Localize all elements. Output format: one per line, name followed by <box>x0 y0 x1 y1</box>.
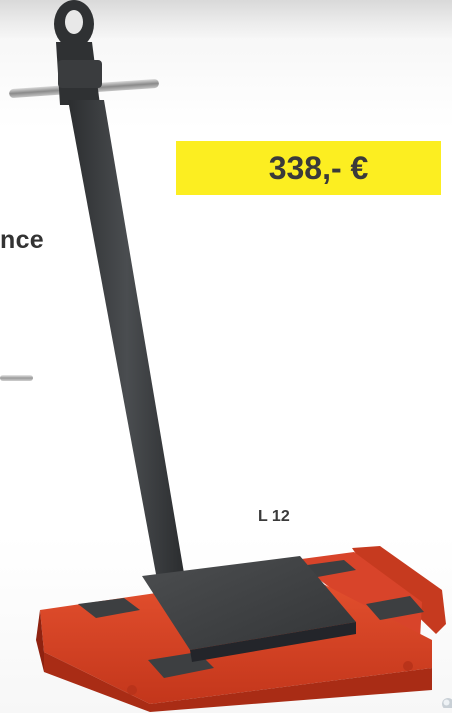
product-page: nce 338,- € L 12 <box>0 0 452 713</box>
transport-skate-image <box>9 0 446 712</box>
price-value: 338,- € <box>268 149 369 186</box>
price-badge: 338,- € <box>176 141 441 195</box>
model-label: L 12 <box>258 508 290 525</box>
corner-ornament-icon <box>442 698 452 708</box>
